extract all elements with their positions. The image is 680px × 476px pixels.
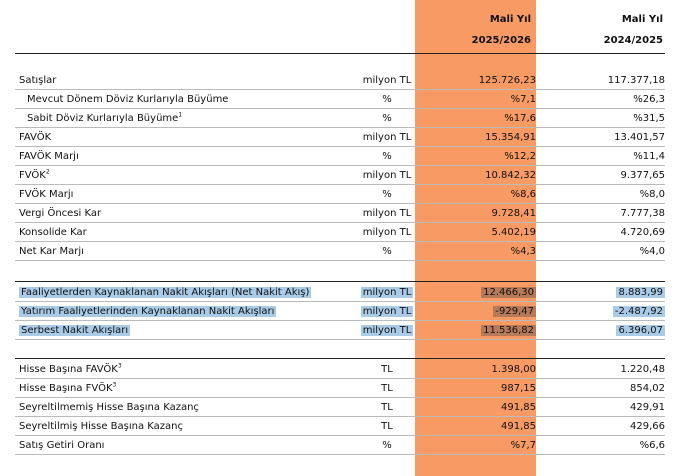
table-row: FAVÖK Marjı % %12,2 %11,4 — [15, 148, 665, 166]
row-label: Vergi Öncesi Kar — [19, 208, 102, 219]
row-value-2024: 13.401,57 — [614, 132, 665, 143]
table-row: Yatırım Faaliyetlerinden Kaynaklanan Nak… — [15, 303, 665, 321]
row-label: Hisse Başına FAVÖK3 — [19, 362, 122, 375]
row-label: Konsolide Kar — [19, 227, 87, 238]
row-value-2025: 125.726,23 — [478, 75, 536, 86]
row-value-2024: 7.777,38 — [620, 208, 665, 219]
table-row: Satış Getiri Oranı % %7,7 %6,6 — [15, 437, 665, 455]
row-value-2025: 491,85 — [501, 402, 536, 413]
table-row: FVÖK2 milyon TL 10.842,32 9.377,65 — [15, 167, 665, 185]
row-value-2024: 1.220,48 — [620, 364, 665, 375]
row-label: FVÖK Marjı — [19, 189, 74, 200]
col2-period: 2024/2025 — [603, 35, 663, 46]
footnote-marker: 3 — [112, 381, 117, 389]
table-row: Serbest Nakit Akışları milyon TL 11.536,… — [15, 322, 665, 340]
row-value-2025: 12.466,30 — [481, 287, 536, 298]
table-row: Seyreltilmemiş Hisse Başına Kazanç TL 49… — [15, 399, 665, 417]
row-value-2025: 11.536,82 — [481, 325, 536, 336]
row-label: FAVÖK Marjı — [19, 151, 79, 162]
row-label: Yatırım Faaliyetlerinden Kaynaklanan Nak… — [19, 306, 277, 317]
row-value-2024: %31,5 — [633, 113, 665, 124]
row-label: Hisse Başına FVÖK3 — [19, 381, 117, 394]
row-label: Faaliyetlerden Kaynaklanan Nakit Akışlar… — [19, 287, 312, 298]
table-row: Sabit Döviz Kurlarıyla Büyüme1 % %17,6 %… — [15, 110, 665, 128]
row-value-2024: 9.377,65 — [620, 170, 665, 181]
row-label: Sabit Döviz Kurlarıyla Büyüme1 — [27, 111, 183, 124]
row-value-2024: 429,66 — [630, 421, 665, 432]
row-value-2025: %7,7 — [510, 440, 536, 451]
row-value-2025: 9.728,41 — [491, 208, 536, 219]
row-value-2025: 5.402,19 — [491, 227, 536, 238]
row-label: Net Kar Marjı — [19, 246, 84, 257]
section-rule-2 — [15, 358, 665, 359]
table-row: Seyreltilmiş Hisse Başına Kazanç TL 491,… — [15, 418, 665, 436]
row-label: Seyreltilmemiş Hisse Başına Kazanç — [19, 402, 199, 413]
footnote-marker: 3 — [117, 362, 122, 370]
row-label: FAVÖK — [19, 132, 52, 143]
table-row: Faaliyetlerden Kaynaklanan Nakit Akışlar… — [15, 284, 665, 302]
row-value-2024: %11,4 — [633, 151, 665, 162]
col1-period: 2025/2026 — [471, 35, 531, 46]
footnote-marker: 2 — [45, 168, 50, 176]
row-value-2025: %7,1 — [510, 94, 536, 105]
table-row: Konsolide Kar milyon TL 5.402,19 4.720,6… — [15, 224, 665, 242]
row-value-2025: 987,15 — [501, 383, 536, 394]
row-label: Serbest Nakit Akışları — [19, 325, 131, 336]
row-value-2024: 854,02 — [630, 383, 665, 394]
row-label: Seyreltilmiş Hisse Başına Kazanç — [19, 421, 184, 432]
row-value-2024: %8,0 — [639, 189, 665, 200]
row-value-2024: %26,3 — [633, 94, 665, 105]
table-row: Vergi Öncesi Kar milyon TL 9.728,41 7.77… — [15, 205, 665, 223]
row-value-2025: 10.842,32 — [485, 170, 536, 181]
row-value-2024: 6.396,07 — [616, 325, 665, 336]
header-rule — [15, 53, 665, 54]
row-value-2025: %17,6 — [504, 113, 536, 124]
row-value-2025: -929,47 — [493, 306, 536, 317]
row-value-2024: 8.883,99 — [616, 287, 665, 298]
row-label: Satışlar — [19, 75, 57, 86]
row-value-2025: 15.354,91 — [485, 132, 536, 143]
row-label: Mevcut Dönem Döviz Kurlarıyla Büyüme — [27, 94, 229, 105]
table-row: FVÖK Marjı % %8,6 %8,0 — [15, 186, 665, 204]
table-row: Satışlar milyon TL 125.726,23 117.377,18 — [15, 72, 665, 90]
col1-title: Mali Yıl — [489, 14, 531, 25]
col2-title: Mali Yıl — [621, 14, 663, 25]
row-value-2024: -2.487,92 — [612, 306, 665, 317]
row-label: Satış Getiri Oranı — [19, 440, 105, 451]
row-value-2025: %12,2 — [504, 151, 536, 162]
table-row: Hisse Başına FAVÖK3 TL 1.398,00 1.220,48 — [15, 361, 665, 379]
section-rule-1 — [15, 281, 665, 282]
row-value-2024: 117.377,18 — [607, 75, 665, 86]
table-row: Mevcut Dönem Döviz Kurlarıyla Büyüme % %… — [15, 91, 665, 109]
row-value-2024: %4,0 — [639, 246, 665, 257]
row-value-2025: %4,3 — [510, 246, 536, 257]
footnote-marker: 1 — [178, 111, 183, 119]
row-value-2024: %6,6 — [639, 440, 665, 451]
row-value-2025: %8,6 — [510, 189, 536, 200]
table-row: Hisse Başına FVÖK3 TL 987,15 854,02 — [15, 380, 665, 398]
row-value-2024: 429,91 — [630, 402, 665, 413]
row-value-2025: 491,85 — [501, 421, 536, 432]
row-value-2024: 4.720,69 — [620, 227, 665, 238]
row-value-2025: 1.398,00 — [491, 364, 536, 375]
table-row: Net Kar Marjı % %4,3 %4,0 — [15, 243, 665, 261]
row-label: FVÖK2 — [19, 168, 50, 181]
table-row: FAVÖK milyon TL 15.354,91 13.401,57 — [15, 129, 665, 147]
